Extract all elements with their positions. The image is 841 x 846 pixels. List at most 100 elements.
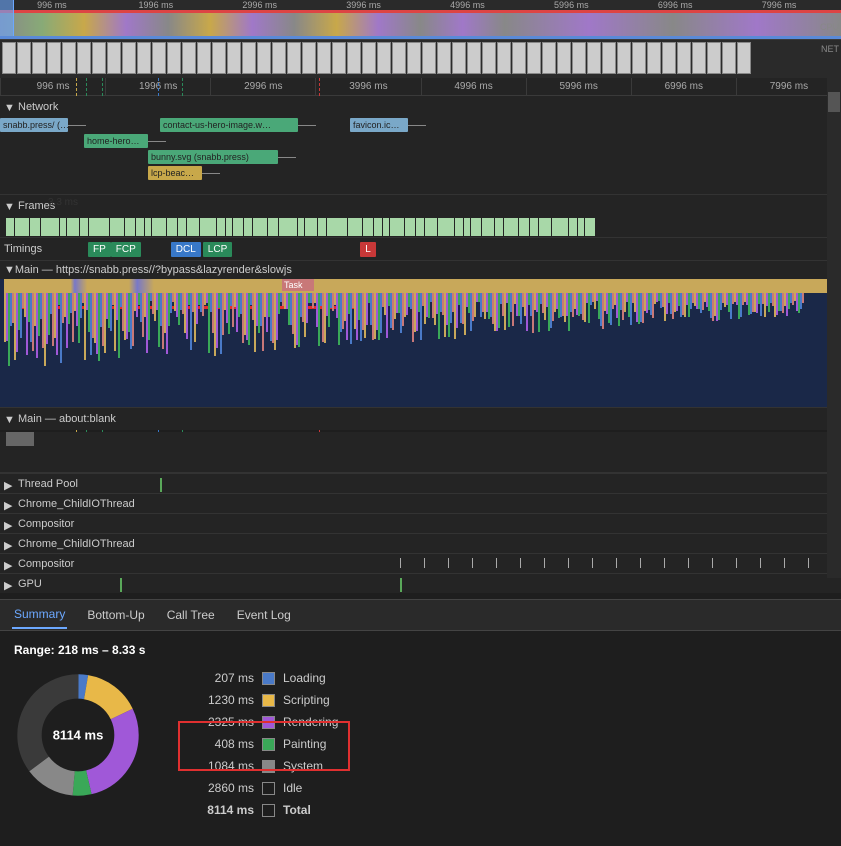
filmstrip-frame[interactable] (377, 42, 391, 74)
filmstrip-frame[interactable] (722, 42, 736, 74)
filmstrip-frame[interactable] (92, 42, 106, 74)
childio-toggle-2[interactable]: ▶Chrome_ChildIOThread (0, 534, 841, 554)
filmstrip-frame[interactable] (62, 42, 76, 74)
filmstrip-frame[interactable] (737, 42, 751, 74)
filmstrip-frame[interactable] (452, 42, 466, 74)
range-handle-left[interactable] (0, 0, 14, 40)
filmstrip-frame[interactable] (707, 42, 721, 74)
frame-segment[interactable] (464, 218, 470, 236)
filmstrip-frame[interactable] (47, 42, 61, 74)
filmstrip-frame[interactable] (122, 42, 136, 74)
frames-toggle[interactable]: ▼Frames3.3 ms (0, 195, 841, 217)
filmstrip-frame[interactable] (572, 42, 586, 74)
frame-segment[interactable] (41, 218, 59, 236)
filmstrip-frame[interactable] (272, 42, 286, 74)
filmstrip-frame[interactable] (197, 42, 211, 74)
frame-segment[interactable] (279, 218, 297, 236)
filmstrip-frame[interactable] (137, 42, 151, 74)
filmstrip-frame[interactable] (557, 42, 571, 74)
frame-segment[interactable] (244, 218, 252, 236)
frame-segment[interactable] (552, 218, 568, 236)
dcl-marker[interactable]: DCL (171, 242, 201, 257)
frame-segment[interactable] (318, 218, 326, 236)
frame-segment[interactable] (15, 218, 29, 236)
frame-segment[interactable] (60, 218, 66, 236)
filmstrip-frame[interactable] (617, 42, 631, 74)
net-request[interactable]: bunny.svg (snabb.press) (148, 150, 278, 164)
childio-toggle-1[interactable]: ▶Chrome_ChildIOThread (0, 494, 841, 514)
frame-segment[interactable] (504, 218, 518, 236)
frame-segment[interactable] (569, 218, 577, 236)
frame-segment[interactable] (585, 218, 595, 236)
thread-pool-row[interactable]: ▶Thread Pool (0, 473, 841, 493)
frame-segment[interactable] (455, 218, 463, 236)
frame-segment[interactable] (383, 218, 389, 236)
frame-segment[interactable] (471, 218, 481, 236)
frame-segment[interactable] (578, 218, 584, 236)
frame-segment[interactable] (233, 218, 243, 236)
filmstrip-frame[interactable] (17, 42, 31, 74)
frame-segment[interactable] (187, 218, 199, 236)
main-flamegraph[interactable]: Task (0, 279, 841, 407)
frame-segment[interactable] (539, 218, 551, 236)
scroll-thumb[interactable] (828, 92, 840, 112)
frame-segment[interactable] (110, 218, 124, 236)
compositor-toggle-1[interactable]: ▶Compositor (0, 514, 841, 534)
filmstrip-frame[interactable] (362, 42, 376, 74)
filmstrip-frame[interactable] (317, 42, 331, 74)
frame-segment[interactable] (178, 218, 186, 236)
filmstrip-frame[interactable] (152, 42, 166, 74)
tab-calltree[interactable]: Call Tree (165, 602, 217, 628)
net-request[interactable]: favicon.ic… (350, 118, 408, 132)
frame-segment[interactable] (226, 218, 232, 236)
filmstrip-frame[interactable] (332, 42, 346, 74)
frame-segment[interactable] (298, 218, 304, 236)
main-toggle[interactable]: ▼Main — https://snabb.press//?bypass&laz… (0, 261, 841, 279)
filmstrip-frame[interactable] (32, 42, 46, 74)
fp-marker[interactable]: FP (88, 242, 111, 257)
compositor-row-2[interactable]: ▶Compositor (0, 553, 841, 573)
childio-row-2[interactable]: ▶Chrome_ChildIOThread (0, 533, 841, 553)
frame-segment[interactable] (268, 218, 278, 236)
aboutblank-toggle[interactable]: ▼Main — about:blank (0, 408, 841, 430)
frame-segment[interactable] (438, 218, 454, 236)
frame-segment[interactable] (145, 218, 151, 236)
filmstrip-frame[interactable] (437, 42, 451, 74)
gpu-row[interactable]: ▶GPU (0, 573, 841, 593)
filmstrip-frame[interactable] (242, 42, 256, 74)
flame-bars[interactable] (4, 293, 837, 403)
filmstrip-frame[interactable] (512, 42, 526, 74)
filmstrip-frame[interactable] (347, 42, 361, 74)
cpu-overview[interactable]: 996 ms1996 ms2996 ms3996 ms4996 ms5996 m… (0, 0, 841, 40)
filmstrip-frame[interactable] (77, 42, 91, 74)
frame-segment[interactable] (30, 218, 40, 236)
net-request[interactable]: home-hero… (84, 134, 148, 148)
filmstrip-frame[interactable] (647, 42, 661, 74)
filmstrip-frame[interactable] (662, 42, 676, 74)
frame-segment[interactable] (80, 218, 88, 236)
tab-bottomup[interactable]: Bottom-Up (85, 602, 146, 628)
frame-segment[interactable] (405, 218, 415, 236)
frame-segment[interactable] (495, 218, 503, 236)
filmstrip-frame[interactable] (302, 42, 316, 74)
frame-segment[interactable] (200, 218, 216, 236)
filmstrip-frame[interactable] (467, 42, 481, 74)
filmstrip-frame[interactable] (287, 42, 301, 74)
filmstrip-frame[interactable] (407, 42, 421, 74)
frame-segment[interactable] (89, 218, 109, 236)
frame-segment[interactable] (416, 218, 424, 236)
frame-segment[interactable] (363, 218, 373, 236)
network-toggle[interactable]: ▼Network (0, 96, 841, 118)
filmstrip-frame[interactable] (677, 42, 691, 74)
filmstrip-frame[interactable] (422, 42, 436, 74)
flame-task-row[interactable] (4, 279, 837, 293)
net-request[interactable]: contact-us-hero-image.w… (160, 118, 298, 132)
frame-segment[interactable] (125, 218, 135, 236)
filmstrip-frame[interactable] (2, 42, 16, 74)
frame-segment[interactable] (374, 218, 382, 236)
filmstrip-frame[interactable] (182, 42, 196, 74)
net-request[interactable]: snabb.press/ (… (0, 118, 68, 132)
network-waterfall[interactable]: snabb.press/ (… home-hero… contact-us-hero… (0, 118, 841, 194)
lcp-marker[interactable]: LCP (203, 242, 232, 257)
frame-segment[interactable] (6, 218, 14, 236)
